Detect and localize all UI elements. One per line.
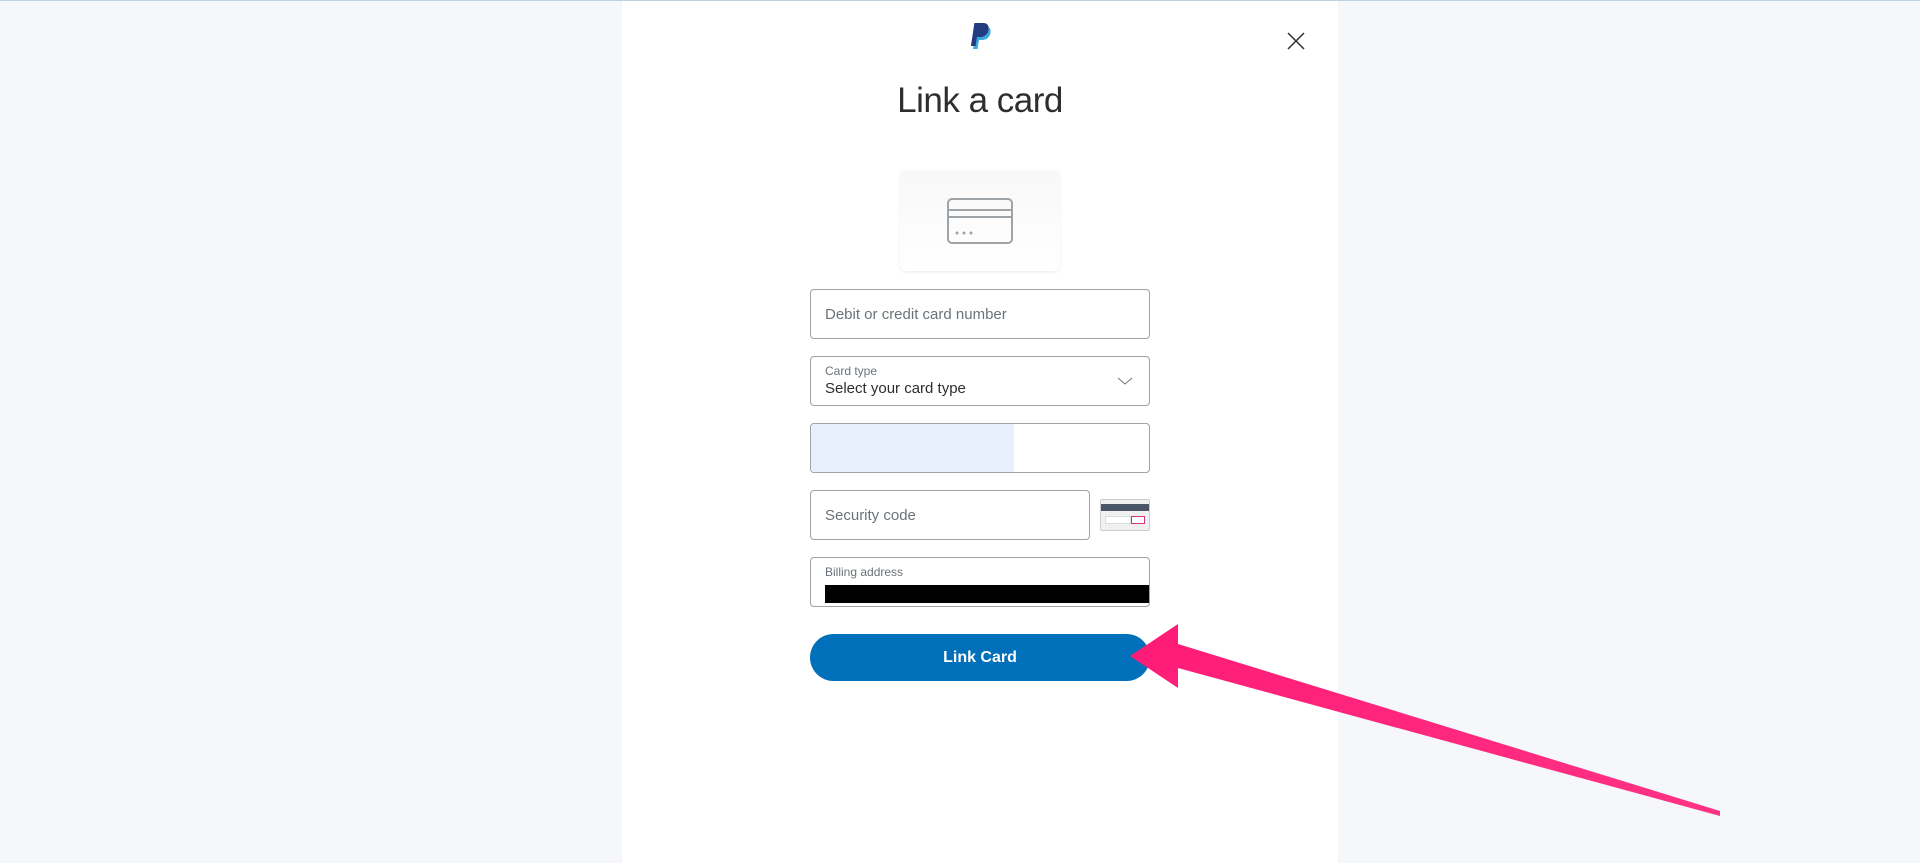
cvv-illustration-icon	[1100, 499, 1150, 531]
form-container: Card type Select your card type Billing …	[810, 289, 1150, 681]
link-card-modal: Link a card Card type Select your card t…	[622, 1, 1338, 863]
card-illustration	[900, 171, 1060, 271]
close-button[interactable]	[1284, 29, 1308, 53]
card-type-select[interactable]: Card type Select your card type	[810, 356, 1150, 406]
billing-address-label: Billing address	[825, 565, 1135, 579]
card-number-input[interactable]	[810, 289, 1150, 339]
autofill-highlight	[811, 424, 1014, 472]
logo-container	[968, 21, 992, 49]
security-code-input[interactable]	[810, 490, 1090, 540]
security-code-row	[810, 490, 1150, 540]
close-icon	[1287, 32, 1305, 50]
card-type-label: Card type	[825, 364, 1135, 378]
page-title: Link a card	[897, 81, 1063, 121]
paypal-logo-icon	[968, 21, 992, 49]
billing-address-redacted	[825, 585, 1149, 603]
card-type-value: Select your card type	[825, 380, 966, 397]
billing-address-select[interactable]: Billing address	[810, 557, 1150, 607]
chevron-down-icon	[1117, 376, 1133, 386]
expiry-input[interactable]	[810, 423, 1150, 473]
credit-card-icon	[946, 197, 1014, 245]
link-card-button[interactable]: Link Card	[810, 634, 1150, 681]
